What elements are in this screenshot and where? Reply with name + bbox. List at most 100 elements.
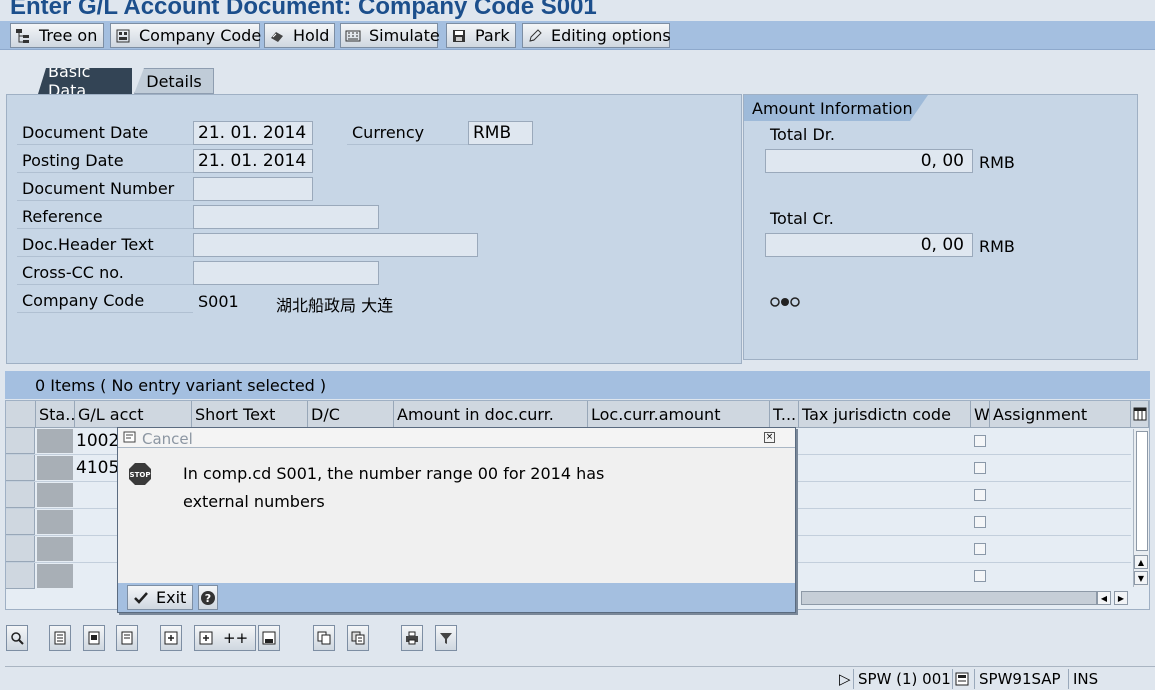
col-loc-curr[interactable]: Loc.curr.amount — [588, 401, 770, 428]
hold-button[interactable]: Hold — [264, 23, 335, 48]
insert-row-button[interactable] — [160, 625, 182, 651]
col-tax-code[interactable]: T... — [770, 401, 799, 428]
copy-button[interactable] — [313, 625, 335, 651]
park-button[interactable]: Park — [446, 23, 516, 48]
document-number-field[interactable] — [193, 177, 313, 201]
editing-options-button[interactable]: Editing options — [522, 23, 671, 48]
col-tax-jurisdiction[interactable]: Tax jurisdictn code — [799, 401, 971, 428]
amount-information-title: Amount Information — [752, 98, 913, 118]
col-dc[interactable]: D/C — [308, 401, 394, 428]
select-all-button[interactable] — [49, 625, 71, 651]
add-rows-icon — [199, 631, 213, 645]
tree-on-label: Tree on — [39, 26, 98, 45]
row-selector[interactable] — [6, 563, 35, 589]
tree-icon — [16, 28, 29, 43]
status-cell — [36, 509, 74, 535]
items-summary-bar: 0 Items ( No entry variant selected ) — [5, 371, 1150, 399]
w-checkbox[interactable] — [974, 489, 986, 501]
scroll-down-button[interactable]: ▼ — [1134, 571, 1148, 585]
vertical-scroll-thumb[interactable] — [1136, 431, 1148, 551]
row-selector[interactable] — [6, 536, 35, 562]
col-gl-acct[interactable]: G/L acct — [75, 401, 192, 428]
total-dr-field: 0, 00 — [765, 149, 973, 173]
total-cr-field: 0, 00 — [765, 233, 973, 257]
dialog-message-line1: In comp.cd S001, the number range 00 for… — [183, 464, 605, 483]
w-checkbox[interactable] — [974, 570, 986, 582]
add-multiple-rows-button[interactable]: ++ — [194, 625, 256, 651]
dialog-close-icon[interactable]: × — [764, 432, 775, 443]
paste-button[interactable] — [347, 625, 369, 651]
select-all-header[interactable] — [6, 401, 36, 428]
doc-header-text-label: Doc.Header Text — [17, 233, 193, 257]
hold-label: Hold — [293, 26, 330, 45]
w-checkbox[interactable] — [974, 516, 986, 528]
simulate-label: Simulate — [369, 26, 440, 45]
status-session: SPW (1) 001 — [853, 669, 955, 689]
gl-acct-cell[interactable]: 4105 — [76, 455, 119, 481]
w-checkbox[interactable] — [974, 435, 986, 447]
cross-cc-field[interactable] — [193, 261, 379, 285]
total-cr-currency: RMB — [979, 237, 1015, 256]
paste-icon — [351, 631, 365, 645]
row-selector[interactable] — [6, 455, 35, 481]
print-button[interactable] — [401, 625, 423, 651]
gl-acct-cell[interactable]: 1002 — [76, 428, 119, 454]
scroll-up-button[interactable]: ▲ — [1134, 555, 1148, 569]
col-amount-doc[interactable]: Amount in doc.curr. — [394, 401, 588, 428]
row-selector[interactable] — [6, 509, 35, 535]
col-assignment[interactable]: Assignment — [990, 401, 1131, 428]
doc-header-text-field[interactable] — [193, 233, 478, 257]
stop-icon: STOP — [129, 463, 151, 485]
checkmark-icon — [134, 591, 148, 604]
deselect-all-icon — [121, 631, 133, 645]
reference-label: Reference — [17, 205, 193, 229]
row-selector[interactable] — [6, 428, 35, 454]
w-checkbox[interactable] — [974, 462, 986, 474]
delete-row-icon — [262, 631, 276, 645]
tab-details[interactable]: Details — [134, 68, 214, 94]
scroll-left-button[interactable]: ◀ — [1097, 591, 1111, 605]
tree-on-button[interactable]: Tree on — [10, 23, 104, 48]
posting-date-field[interactable]: 21. 01. 2014 — [193, 149, 313, 173]
tab-basic-data[interactable]: Basic Data — [38, 68, 132, 94]
help-button[interactable]: ? — [198, 585, 218, 610]
park-label: Park — [475, 26, 510, 45]
park-icon — [453, 29, 465, 42]
dialog-message: In comp.cd S001, the number range 00 for… — [183, 460, 604, 516]
total-dr-label: Total Dr. — [770, 125, 835, 144]
deselect-all-button[interactable] — [116, 625, 138, 651]
vertical-scrollbar[interactable]: ▲ ▼ — [1133, 429, 1149, 587]
svg-text:?: ? — [205, 592, 211, 605]
company-code-button[interactable]: Company Code — [110, 23, 261, 48]
hold-icon — [271, 31, 283, 42]
exit-button[interactable]: Exit — [127, 585, 193, 610]
horizontal-scrollbar[interactable] — [801, 591, 1097, 605]
simulate-button[interactable]: Simulate — [340, 23, 440, 48]
col-w[interactable]: W — [971, 401, 990, 428]
col-status[interactable]: Sta... — [36, 401, 75, 428]
col-short-text[interactable]: Short Text — [192, 401, 308, 428]
total-cr-label: Total Cr. — [770, 209, 834, 228]
scroll-right-button[interactable]: ▶ — [1114, 591, 1128, 605]
details-button[interactable] — [6, 625, 28, 651]
delete-row-button[interactable] — [258, 625, 280, 651]
document-number-label: Document Number — [17, 177, 193, 201]
w-checkbox[interactable] — [974, 543, 986, 555]
status-cell — [36, 536, 74, 562]
status-expand-icon[interactable]: ▷ — [835, 669, 855, 689]
company-name: 湖北船政局 大连 — [276, 296, 394, 315]
row-selector[interactable] — [6, 482, 35, 508]
company-code-value: S001 — [198, 292, 239, 311]
editing-options-label: Editing options — [551, 26, 671, 45]
table-settings-button[interactable] — [1131, 401, 1149, 428]
select-all-icon — [54, 631, 66, 645]
traffic-light-icon — [770, 297, 800, 307]
currency-field[interactable]: RMB — [468, 121, 533, 145]
items-summary: 0 Items ( No entry variant selected ) — [35, 375, 327, 395]
print-icon — [406, 631, 418, 645]
document-date-field[interactable]: 21. 01. 2014 — [193, 121, 313, 145]
select-block-button[interactable] — [83, 625, 105, 651]
filter-button[interactable] — [435, 625, 457, 651]
reference-field[interactable] — [193, 205, 379, 229]
table-settings-icon — [1133, 407, 1146, 421]
